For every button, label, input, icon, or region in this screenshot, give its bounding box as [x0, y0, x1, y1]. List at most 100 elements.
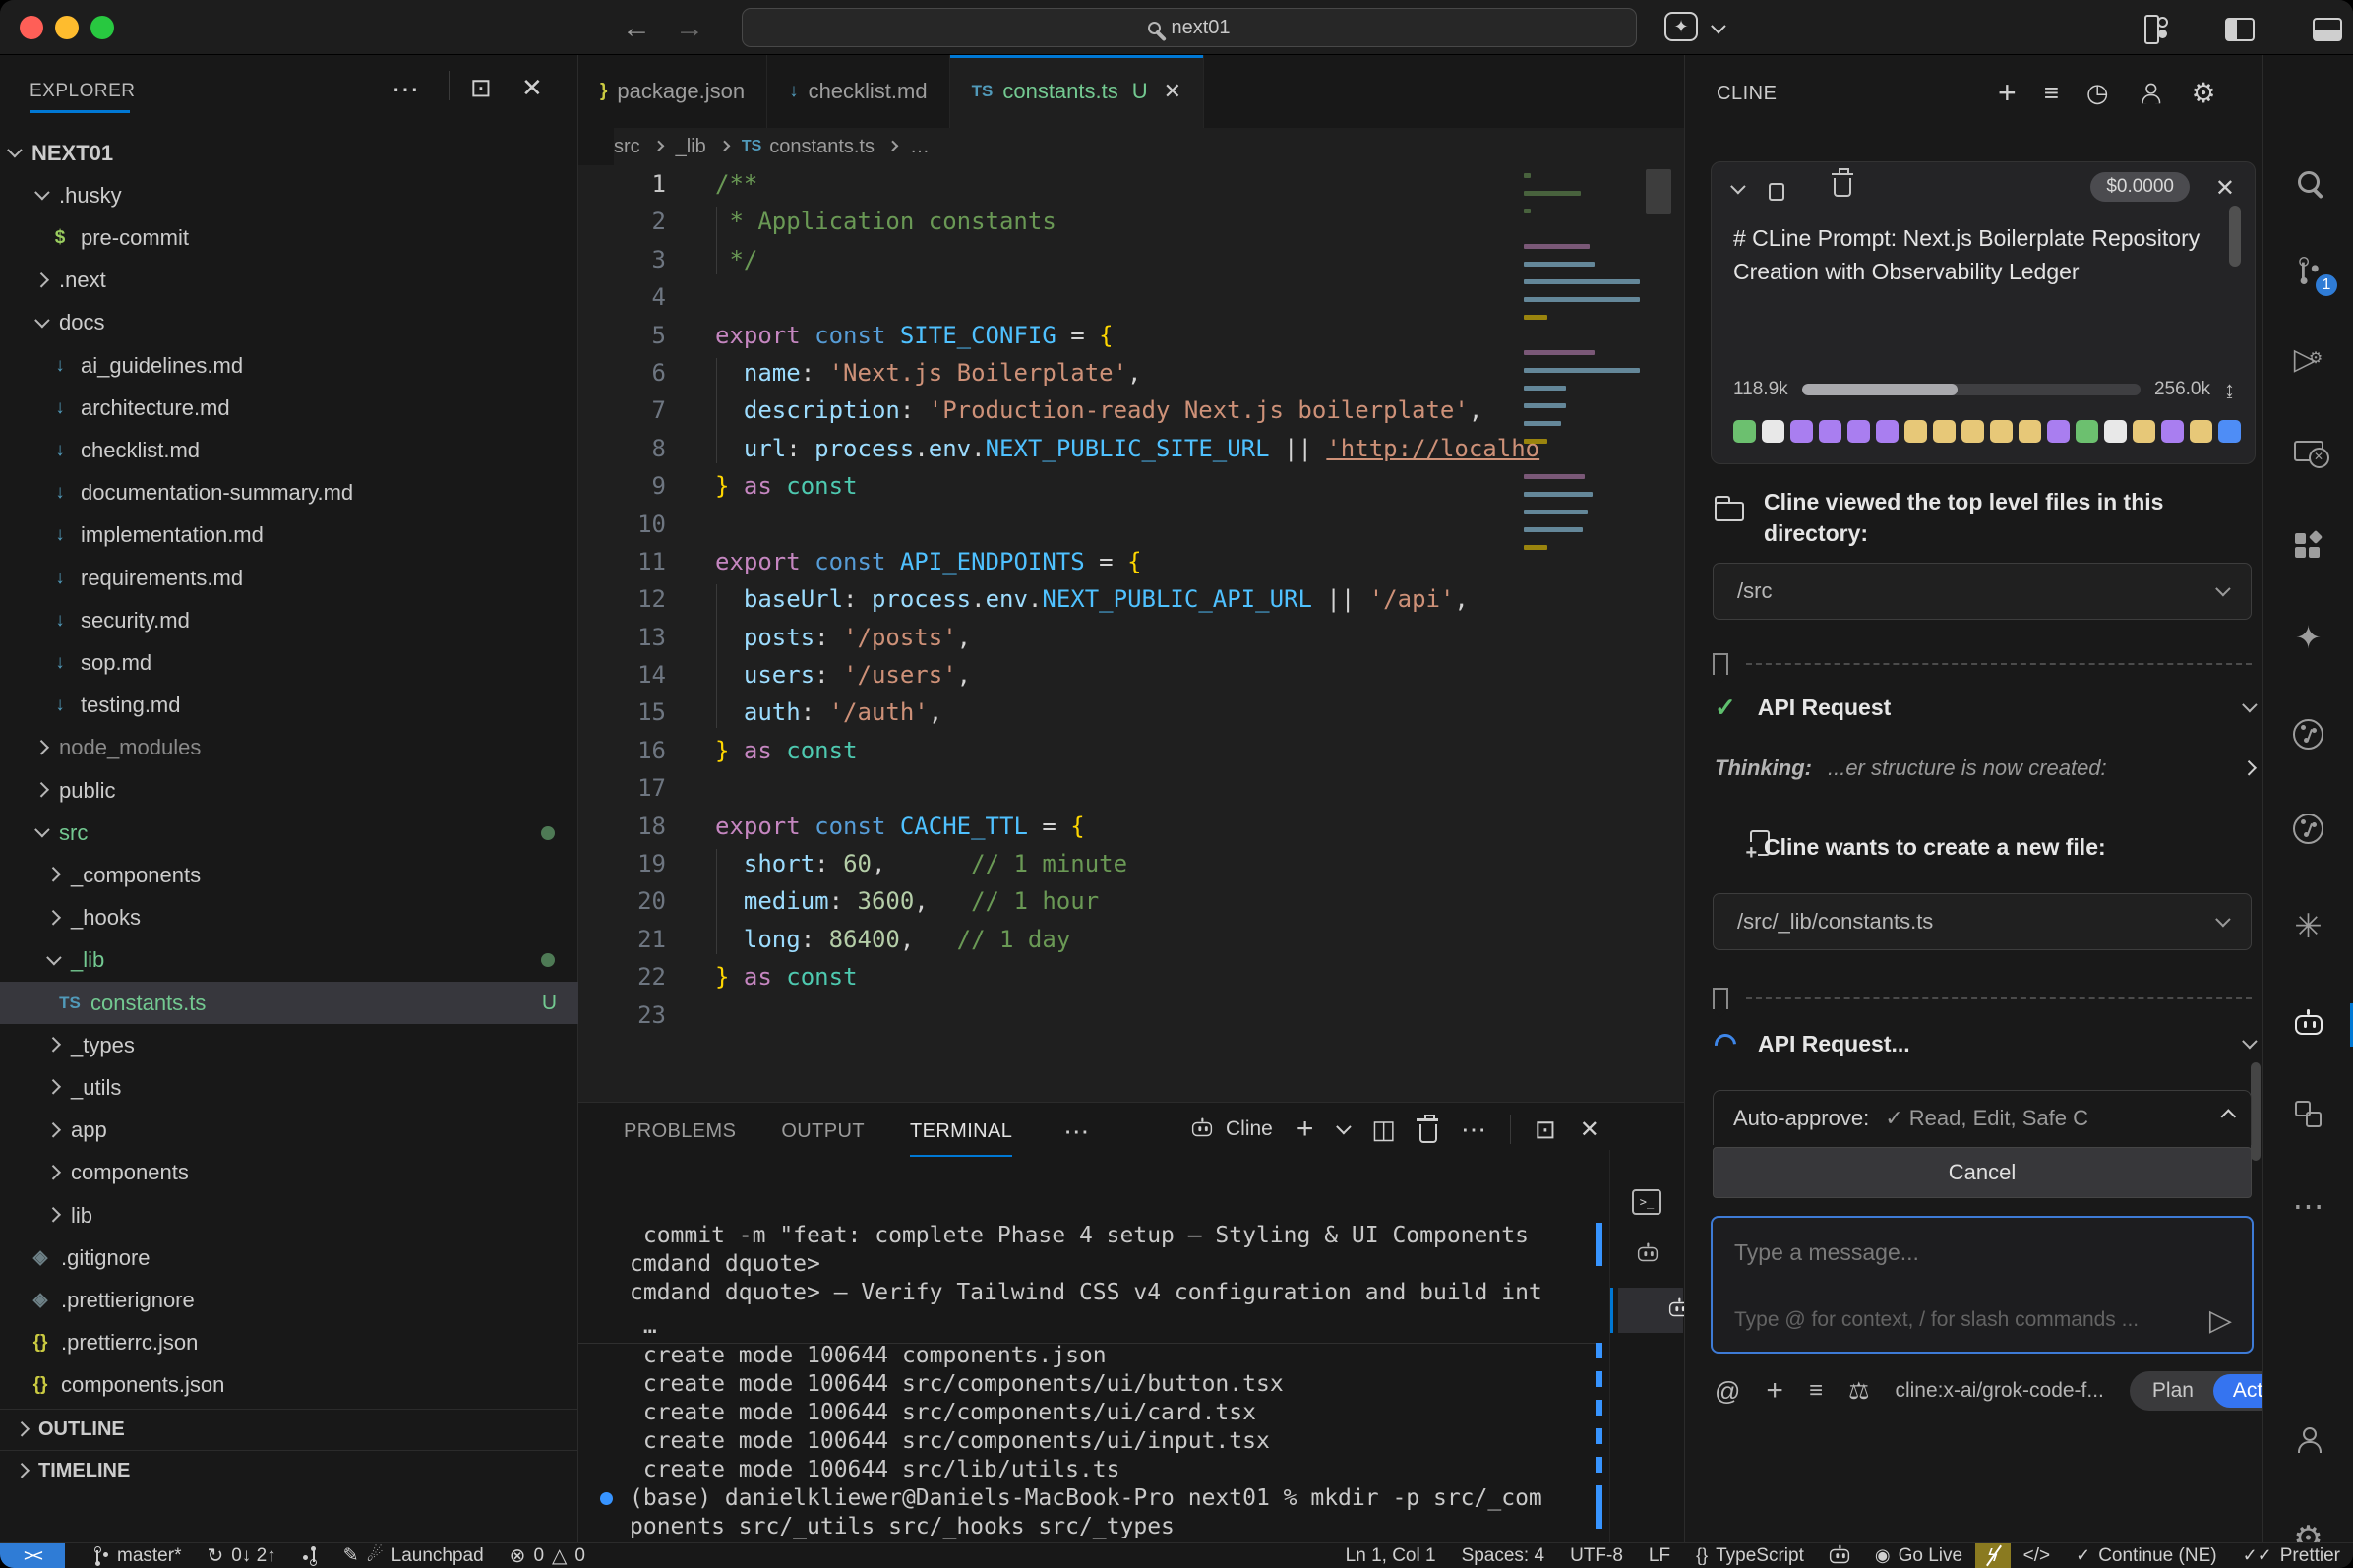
api-request-pending-row[interactable]: API Request... — [1715, 1031, 2254, 1057]
breadcrumb-item[interactable]: … — [910, 136, 930, 158]
minimap[interactable] — [1520, 165, 1644, 1102]
git-graph-item[interactable] — [289, 1543, 331, 1568]
split-terminal-icon[interactable]: ◫ — [1371, 1115, 1396, 1145]
new-task-icon[interactable]: + — [1998, 75, 2017, 111]
collapse-context-icon[interactable]: ↨ — [2224, 377, 2235, 402]
account-icon[interactable] — [2139, 83, 2160, 103]
cancel-button[interactable]: Cancel — [1713, 1147, 2252, 1198]
tree-item-.husky[interactable]: .husky — [0, 174, 578, 216]
tree-item-_components[interactable]: _components — [0, 854, 578, 896]
checkpoint-separator[interactable] — [1713, 988, 2252, 1009]
traffic-zoom-button[interactable] — [90, 16, 114, 39]
activity-openai-icon[interactable]: ✳ — [2263, 903, 2353, 950]
activity-search-icon[interactable] — [2263, 158, 2353, 206]
task-scrollbar[interactable] — [2229, 206, 2241, 267]
maximize-panel-icon[interactable]: ⊡ — [1535, 1115, 1556, 1145]
tree-item-architecture.md[interactable]: ↓architecture.md — [0, 387, 578, 429]
new-terminal-icon[interactable]: + — [1297, 1113, 1314, 1146]
tree-item-.next[interactable]: .next — [0, 260, 578, 302]
cline-session-icon[interactable] — [1638, 1247, 1658, 1261]
tree-item-ai_guidelines.md[interactable]: ↓ai_guidelines.md — [0, 344, 578, 387]
remote-indicator[interactable]: >< — [0, 1543, 65, 1568]
status-ln-1-col-1[interactable]: Ln 1, Col 1 — [1333, 1543, 1449, 1568]
status--[interactable]: </> — [2011, 1543, 2063, 1568]
tab-terminal[interactable]: TERMINAL — [910, 1120, 1012, 1143]
explorer-close-icon[interactable]: ✕ — [521, 73, 543, 103]
status-typescript[interactable]: {}TypeScript — [1683, 1543, 1817, 1568]
thinking-row[interactable]: Thinking: ...er structure is now created… — [1715, 755, 2254, 781]
outline-section-header[interactable]: OUTLINE — [0, 1409, 578, 1450]
auto-approve-bar[interactable]: Auto-approve: ✓ Read, Edit, Safe C — [1713, 1090, 2252, 1145]
status-spaces-4[interactable]: Spaces: 4 — [1449, 1543, 1558, 1568]
activity-sparkle-icon[interactable]: ✦ — [2263, 614, 2353, 661]
copilot-chevron-icon[interactable] — [1711, 19, 1726, 34]
newfile-path-dropdown[interactable]: /src/_lib/constants.ts — [1713, 893, 2252, 950]
delete-task-icon[interactable] — [1834, 178, 1851, 197]
traffic-minimize-button[interactable] — [55, 16, 79, 39]
launchpad-item[interactable]: ✎☄Launchpad — [331, 1543, 497, 1568]
tree-item-components[interactable]: components — [0, 1152, 578, 1194]
command-center-search[interactable]: next01 — [742, 8, 1637, 47]
close-task-icon[interactable]: ✕ — [2215, 174, 2235, 203]
tree-item-pre-commit[interactable]: $pre-commit — [0, 216, 578, 259]
close-tab-icon[interactable]: ✕ — [1164, 79, 1181, 104]
kill-terminal-icon[interactable] — [1419, 1124, 1437, 1143]
breadcrumb-item[interactable]: _lib — [676, 136, 706, 158]
add-context-icon[interactable]: + — [1766, 1374, 1783, 1408]
tree-item-security.md[interactable]: ↓security.md — [0, 599, 578, 641]
tab-output[interactable]: OUTPUT — [781, 1120, 865, 1143]
tree-item-sop.md[interactable]: ↓sop.md — [0, 641, 578, 684]
copy-icon[interactable] — [1769, 183, 1784, 201]
tree-item-.prettierignore[interactable]: ◈.prettierignore — [0, 1279, 578, 1321]
send-icon[interactable]: ▷ — [2209, 1303, 2232, 1338]
tree-item-documentation-summary.md[interactable]: ↓documentation-summary.md — [0, 472, 578, 514]
tree-item-_lib[interactable]: _lib — [0, 939, 578, 982]
status-bolt[interactable]: ϟ — [1975, 1543, 2011, 1568]
terminal-dropdown-icon[interactable] — [1337, 1118, 1353, 1134]
activity-more-icon[interactable]: ⋯ — [2263, 1182, 2353, 1230]
tab-problems[interactable]: PROBLEMS — [624, 1120, 736, 1143]
tree-item-components.json[interactable]: {}components.json — [0, 1364, 578, 1407]
terminal-content[interactable]: commit -m "feat: complete Phase 4 setup … — [578, 1150, 1609, 1543]
editor-tab-package.json[interactable]: }package.json — [578, 55, 767, 128]
tree-item-constants.ts[interactable]: TSconstants.ts U — [0, 982, 578, 1024]
activity-robot-icon[interactable] — [2263, 1001, 2353, 1049]
task-card[interactable]: $0.0000 ✕ # CLine Prompt: Next.js Boiler… — [1711, 161, 2256, 464]
tree-item-requirements.md[interactable]: ↓requirements.md — [0, 557, 578, 599]
close-panel-icon[interactable]: ✕ — [1580, 1116, 1599, 1144]
problems-item[interactable]: ⊗0△0 — [497, 1543, 598, 1568]
editor-tab-constants.ts[interactable]: TSconstants.ts U ✕ — [950, 55, 1204, 128]
tree-item-docs[interactable]: docs — [0, 302, 578, 344]
tree-item-_types[interactable]: _types — [0, 1024, 578, 1066]
explorer-more-icon[interactable]: ⋯ — [392, 73, 419, 105]
tree-item-_utils[interactable]: _utils — [0, 1066, 578, 1109]
plan-option[interactable]: Plan — [2133, 1374, 2213, 1408]
copilot-chat-icon[interactable]: ✦ — [1664, 12, 1698, 41]
code-editor[interactable]: 1/**2 * Application constants3 */45expor… — [578, 165, 1684, 1102]
terminal-profile-cline[interactable]: Cline — [1188, 1117, 1273, 1141]
collapse-task-icon[interactable] — [1730, 179, 1746, 195]
activity-remote-icon[interactable] — [2263, 427, 2353, 474]
status-utf-8[interactable]: UTF-8 — [1557, 1543, 1636, 1568]
breadcrumb-item[interactable]: TSconstants.ts — [742, 136, 875, 158]
status-continue-ne-[interactable]: ✓Continue (NE) — [2063, 1543, 2229, 1568]
editor-scrollbar[interactable] — [1646, 169, 1671, 214]
tree-item-checklist.md[interactable]: ↓checklist.md — [0, 429, 578, 471]
history-icon[interactable]: ◷ — [2086, 78, 2109, 108]
toggle-sidebar-icon[interactable] — [2225, 18, 2255, 41]
tree-item-node_modules[interactable]: node_modules — [0, 727, 578, 769]
tree-item-public[interactable]: public — [0, 769, 578, 812]
terminal-more-icon[interactable]: ⋯ — [1461, 1115, 1486, 1145]
activity-gitm-icon[interactable] — [2263, 805, 2353, 852]
toggle-panel-icon[interactable] — [2313, 18, 2342, 41]
status-go-live[interactable]: ◉Go Live — [1862, 1543, 1975, 1568]
customize-layout-icon[interactable] — [2144, 15, 2170, 40]
status-prettier[interactable]: ✓✓Prettier — [2230, 1543, 2353, 1568]
activity-scm-icon[interactable]: 1 — [2263, 247, 2353, 294]
status-lf[interactable]: LF — [1636, 1543, 1683, 1568]
tree-item-app[interactable]: app — [0, 1110, 578, 1152]
panel-tabs-more-icon[interactable]: ⋯ — [1063, 1116, 1089, 1147]
tree-item-_hooks[interactable]: _hooks — [0, 897, 578, 939]
status-robot[interactable] — [1817, 1543, 1862, 1568]
checkpoint-separator[interactable] — [1713, 653, 2252, 675]
